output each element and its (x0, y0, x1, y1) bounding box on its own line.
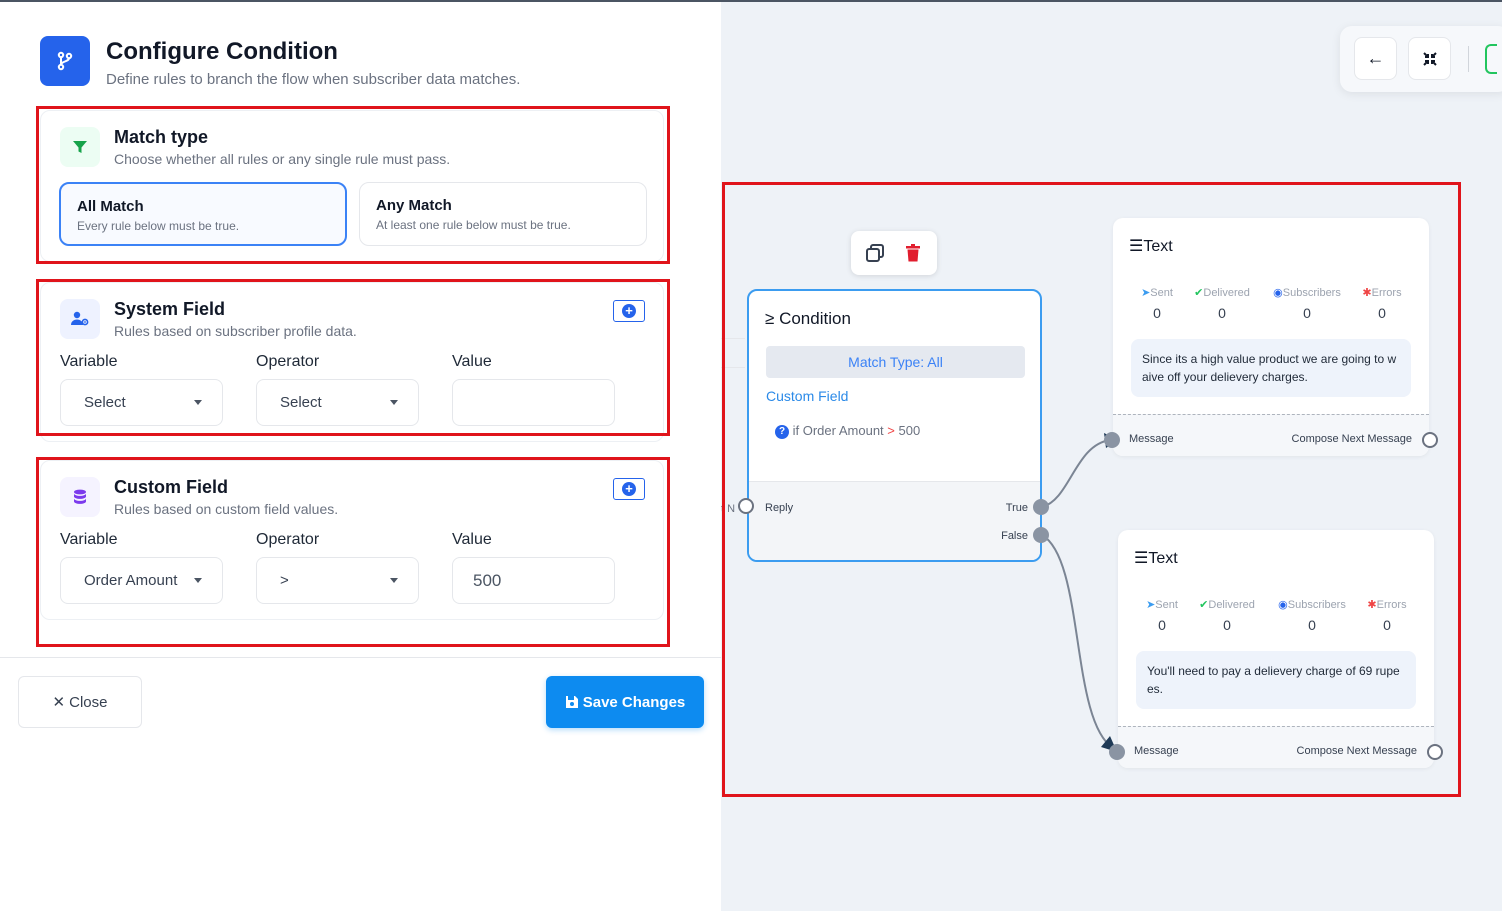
check-circle-icon: ✔ (1194, 287, 1204, 299)
user-circle-icon: ◉ (1278, 599, 1288, 611)
paper-plane-icon: ➤ (1141, 287, 1151, 299)
user-circle-icon: ◉ (1273, 287, 1283, 299)
text-node-1-output-handle[interactable] (1422, 432, 1438, 448)
false-port-label: False (1001, 530, 1028, 542)
question-icon: ? (775, 425, 789, 439)
copy-icon[interactable] (865, 243, 885, 263)
message-preview: Since its a high value product we are go… (1131, 339, 1411, 397)
stat-label: Sent (1150, 287, 1173, 299)
check-circle-icon: ✔ (1199, 599, 1209, 611)
rule-value: 500 (898, 423, 921, 438)
stat-errors: ✱Errors 0 (1347, 598, 1427, 633)
stat-subscribers: ◉Subscribers 0 (1267, 286, 1347, 321)
true-port-label: True (1005, 502, 1028, 514)
trash-icon[interactable] (903, 243, 923, 263)
stat-value: 0 (1218, 305, 1226, 321)
stat-label: Subscribers (1282, 287, 1341, 299)
stat-label: Sent (1155, 599, 1178, 611)
true-edge (1041, 439, 1111, 508)
compose-next-label: Compose Next Message (1291, 433, 1412, 445)
text-node-1[interactable]: ☰Text ➤Sent 0 ✔Delivered 0 ◉Subscribers … (1113, 218, 1429, 456)
text-node-footer: Message Compose Next Message (1113, 414, 1429, 456)
condition-node-footer: Reply True False (749, 481, 1040, 560)
text-node-2-input-handle[interactable] (1109, 744, 1125, 760)
stat-delivered: ✔Delivered 0 (1182, 286, 1262, 321)
paper-plane-icon: ➤ (1146, 599, 1156, 611)
stat-label: Subscribers (1287, 599, 1346, 611)
reply-port-label: Reply (765, 502, 794, 514)
text-node-footer: Message Compose Next Message (1118, 726, 1434, 768)
lines-icon: ☰ (1129, 238, 1144, 255)
text-node-title: ☰Text (1134, 548, 1178, 568)
message-port-label: Message (1129, 433, 1174, 445)
stat-label: Errors (1376, 599, 1407, 611)
condition-input-handle[interactable] (738, 498, 754, 514)
stat-label: Delivered (1203, 287, 1250, 299)
condition-node[interactable]: ≥ Condition Match Type: All Custom Field… (747, 289, 1042, 562)
rule-prefix: if Order Amount (792, 423, 884, 438)
stat-value: 0 (1308, 617, 1316, 633)
stat-value: 0 (1223, 617, 1231, 633)
stat-label: Delivered (1208, 599, 1255, 611)
stat-subscribers: ◉Subscribers 0 (1272, 598, 1352, 633)
stat-value: 0 (1303, 305, 1311, 321)
condition-custom-field-label: Custom Field (766, 388, 849, 404)
bug-icon: ✱ (1367, 599, 1377, 611)
stat-value: 0 (1383, 617, 1391, 633)
lines-icon: ☰ (1134, 550, 1149, 567)
node-action-bar (851, 231, 937, 275)
condition-title-text: Condition (779, 309, 851, 328)
text-node-2-output-handle[interactable] (1427, 744, 1443, 760)
bug-icon: ✱ (1362, 287, 1372, 299)
condition-node-title: ≥ Condition (765, 309, 851, 329)
stat-value: 0 (1378, 305, 1386, 321)
compose-next-label: Compose Next Message (1296, 745, 1417, 757)
stat-errors: ✱Errors 0 (1342, 286, 1422, 321)
text-node-1-input-handle[interactable] (1104, 432, 1120, 448)
greater-equal-icon: ≥ (765, 309, 775, 328)
true-output-handle[interactable] (1033, 499, 1049, 515)
match-type-pill: Match Type: All (766, 346, 1025, 378)
stat-delivered: ✔Delivered 0 (1187, 598, 1267, 633)
false-output-handle[interactable] (1033, 527, 1049, 543)
text-node-title-text: Text (1143, 238, 1173, 255)
rule-operator: > (887, 423, 895, 438)
text-node-title-text: Text (1148, 550, 1178, 567)
stat-label: Errors (1371, 287, 1402, 299)
condition-rule: ? if Order Amount > 500 (775, 423, 920, 439)
false-edge (1041, 534, 1114, 749)
text-node-2[interactable]: ☰Text ➤Sent 0 ✔Delivered 0 ◉Subscribers … (1118, 530, 1434, 768)
text-node-title: ☰Text (1129, 236, 1173, 256)
message-preview: You'll need to pay a delievery charge of… (1136, 651, 1416, 709)
message-port-label: Message (1134, 745, 1179, 757)
